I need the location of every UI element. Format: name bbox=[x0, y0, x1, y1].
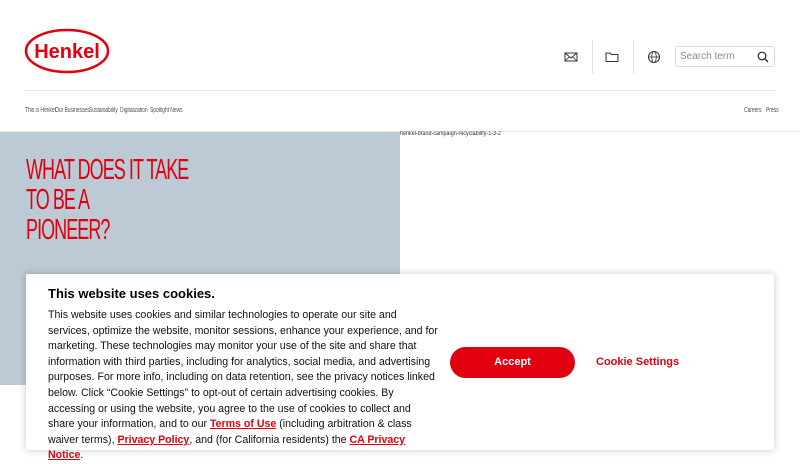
header-divider bbox=[592, 40, 593, 74]
nav-item-sustainability[interactable]: Sustainability bbox=[89, 107, 118, 114]
cookie-banner: This website uses cookies. This website … bbox=[26, 274, 774, 461]
nav-item-digitalization[interactable]: Digitalization bbox=[120, 107, 148, 114]
search-input[interactable] bbox=[680, 49, 752, 64]
hero-title-line: TO BE A bbox=[26, 184, 90, 216]
cookie-title: This website uses cookies. bbox=[48, 286, 215, 301]
mail-icon[interactable] bbox=[563, 49, 579, 65]
nav-item-this-is-henkel[interactable]: This is Henkel bbox=[25, 107, 56, 114]
nav-item-careers[interactable]: Careers bbox=[744, 107, 761, 114]
svg-text:Henkel: Henkel bbox=[34, 41, 100, 63]
cookie-settings-button[interactable]: Cookie Settings bbox=[596, 347, 679, 378]
accept-button[interactable]: Accept bbox=[450, 347, 575, 378]
henkel-logo[interactable]: Henkel bbox=[24, 28, 110, 74]
header-rule bbox=[24, 90, 776, 91]
hero-title-line: WHAT DOES IT TAKE bbox=[26, 154, 189, 186]
cookie-text-part: . bbox=[80, 449, 84, 462]
header-divider bbox=[633, 40, 634, 74]
cookie-text-main: This website uses cookies and similar te… bbox=[48, 309, 438, 431]
nav-item-press[interactable]: Press bbox=[766, 107, 779, 114]
terms-of-use-link[interactable]: Terms of Use bbox=[210, 418, 276, 430]
cookie-text-part: , and (for California residents) the bbox=[189, 433, 350, 446]
search-box[interactable] bbox=[675, 46, 775, 67]
folder-icon[interactable] bbox=[604, 49, 620, 65]
globe-icon[interactable] bbox=[646, 49, 662, 65]
search-icon[interactable] bbox=[757, 51, 769, 63]
hero-image-alt-text: henkel-brand-campaign-recyclability-1-3-… bbox=[400, 131, 501, 137]
nav-item-spotlight-news[interactable]: Spotlight News bbox=[150, 107, 183, 114]
hero-title: WHAT DOES IT TAKE TO BE A PIONEER? bbox=[26, 154, 189, 246]
cookie-text: This website uses cookies and similar te… bbox=[48, 308, 438, 464]
nav-item-our-businesses[interactable]: Our Businesses bbox=[55, 107, 90, 114]
hero-title-line: PIONEER? bbox=[26, 214, 110, 246]
privacy-policy-link[interactable]: Privacy Policy bbox=[117, 434, 189, 446]
